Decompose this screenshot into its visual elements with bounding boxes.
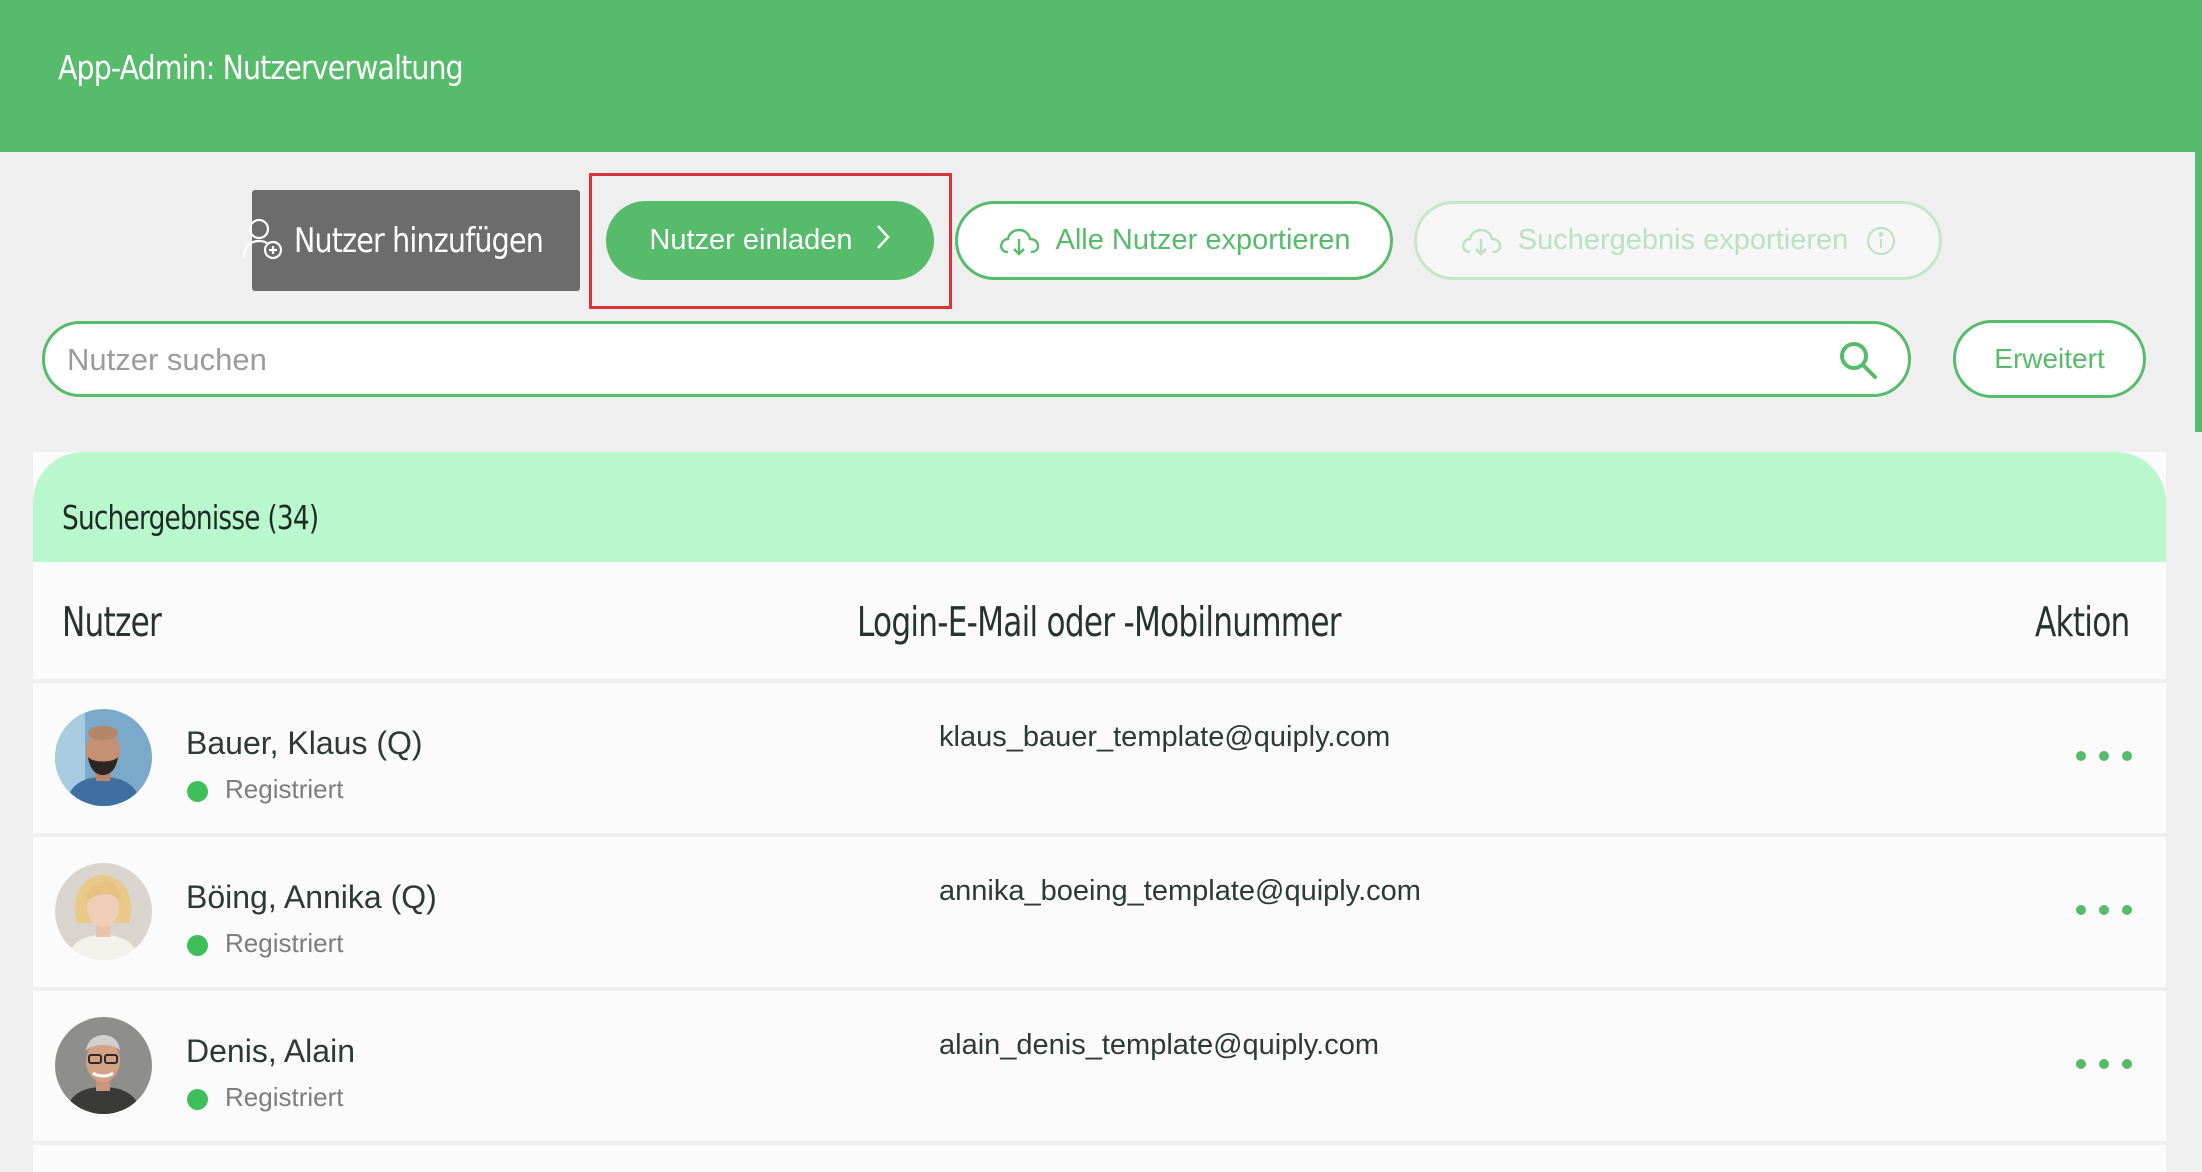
invite-user-button[interactable]: Nutzer einladen xyxy=(606,201,934,280)
table-row[interactable]: Böing, Annika (Q) Registriert annika_boe… xyxy=(33,837,2166,987)
export-result-button[interactable]: Suchergebnis exportieren xyxy=(1414,201,1942,280)
add-user-button[interactable]: Nutzer hinzufügen xyxy=(242,190,580,291)
export-all-button[interactable]: Alle Nutzer exportieren xyxy=(955,201,1393,280)
user-email: annika_boeing_template@quiply.com xyxy=(939,875,1421,907)
avatar xyxy=(55,1017,152,1114)
status-indicator xyxy=(187,1089,208,1110)
user-status: Registriert xyxy=(225,774,344,804)
cloud-download-icon xyxy=(998,226,1040,256)
status-indicator xyxy=(187,935,208,956)
results-header: Suchergebnisse (34) xyxy=(33,452,2166,562)
more-icon[interactable] xyxy=(2076,1049,2132,1079)
user-email: alain_denis_template@quiply.com xyxy=(939,1029,1379,1061)
table-row[interactable]: Bauer, Klaus (Q) Registriert klaus_bauer… xyxy=(33,683,2166,833)
search-field[interactable] xyxy=(42,321,1911,397)
chevron-right-icon xyxy=(875,223,891,259)
advanced-search-button[interactable]: Erweitert xyxy=(1953,320,2146,398)
user-name[interactable]: Bauer, Klaus (Q) xyxy=(186,725,423,762)
page-title: App-Admin: Nutzerverwaltung xyxy=(58,48,464,87)
status-indicator xyxy=(187,781,208,802)
table-row[interactable]: Denis, Alain Registriert alain_denis_tem… xyxy=(33,991,2166,1141)
add-user-icon xyxy=(242,216,284,265)
results-card: Suchergebnisse (34) Nutzer Login-E-Mail … xyxy=(33,452,2166,1172)
user-name[interactable]: Denis, Alain xyxy=(186,1033,355,1070)
avatar xyxy=(55,863,152,960)
column-header-login: Login-E-Mail oder -Mobilnummer xyxy=(857,598,1342,646)
search-input[interactable] xyxy=(65,332,1829,388)
column-header-action: Aktion xyxy=(2035,598,2130,646)
divider xyxy=(33,1141,2166,1145)
avatar xyxy=(55,709,152,806)
user-status: Registriert xyxy=(225,1082,344,1112)
more-icon[interactable] xyxy=(2076,895,2132,925)
more-icon[interactable] xyxy=(2076,741,2132,771)
scrollbar-thumb[interactable] xyxy=(2195,152,2202,432)
add-user-label: Nutzer hinzufügen xyxy=(293,220,544,261)
user-name[interactable]: Böing, Annika (Q) xyxy=(186,879,437,916)
app-header: App-Admin: Nutzerverwaltung xyxy=(0,0,2202,152)
user-status: Registriert xyxy=(225,928,344,958)
info-icon[interactable] xyxy=(1866,226,1896,256)
export-all-label: Alle Nutzer exportieren xyxy=(1055,224,1351,256)
invite-user-label: Nutzer einladen xyxy=(649,224,853,256)
column-header-user: Nutzer xyxy=(62,598,162,646)
results-title: Suchergebnisse (34) xyxy=(62,498,319,537)
cloud-download-icon xyxy=(1460,226,1502,256)
user-email: klaus_bauer_template@quiply.com xyxy=(939,721,1391,753)
export-result-label: Suchergebnis exportieren xyxy=(1517,224,1849,256)
search-icon[interactable] xyxy=(1838,340,1878,385)
